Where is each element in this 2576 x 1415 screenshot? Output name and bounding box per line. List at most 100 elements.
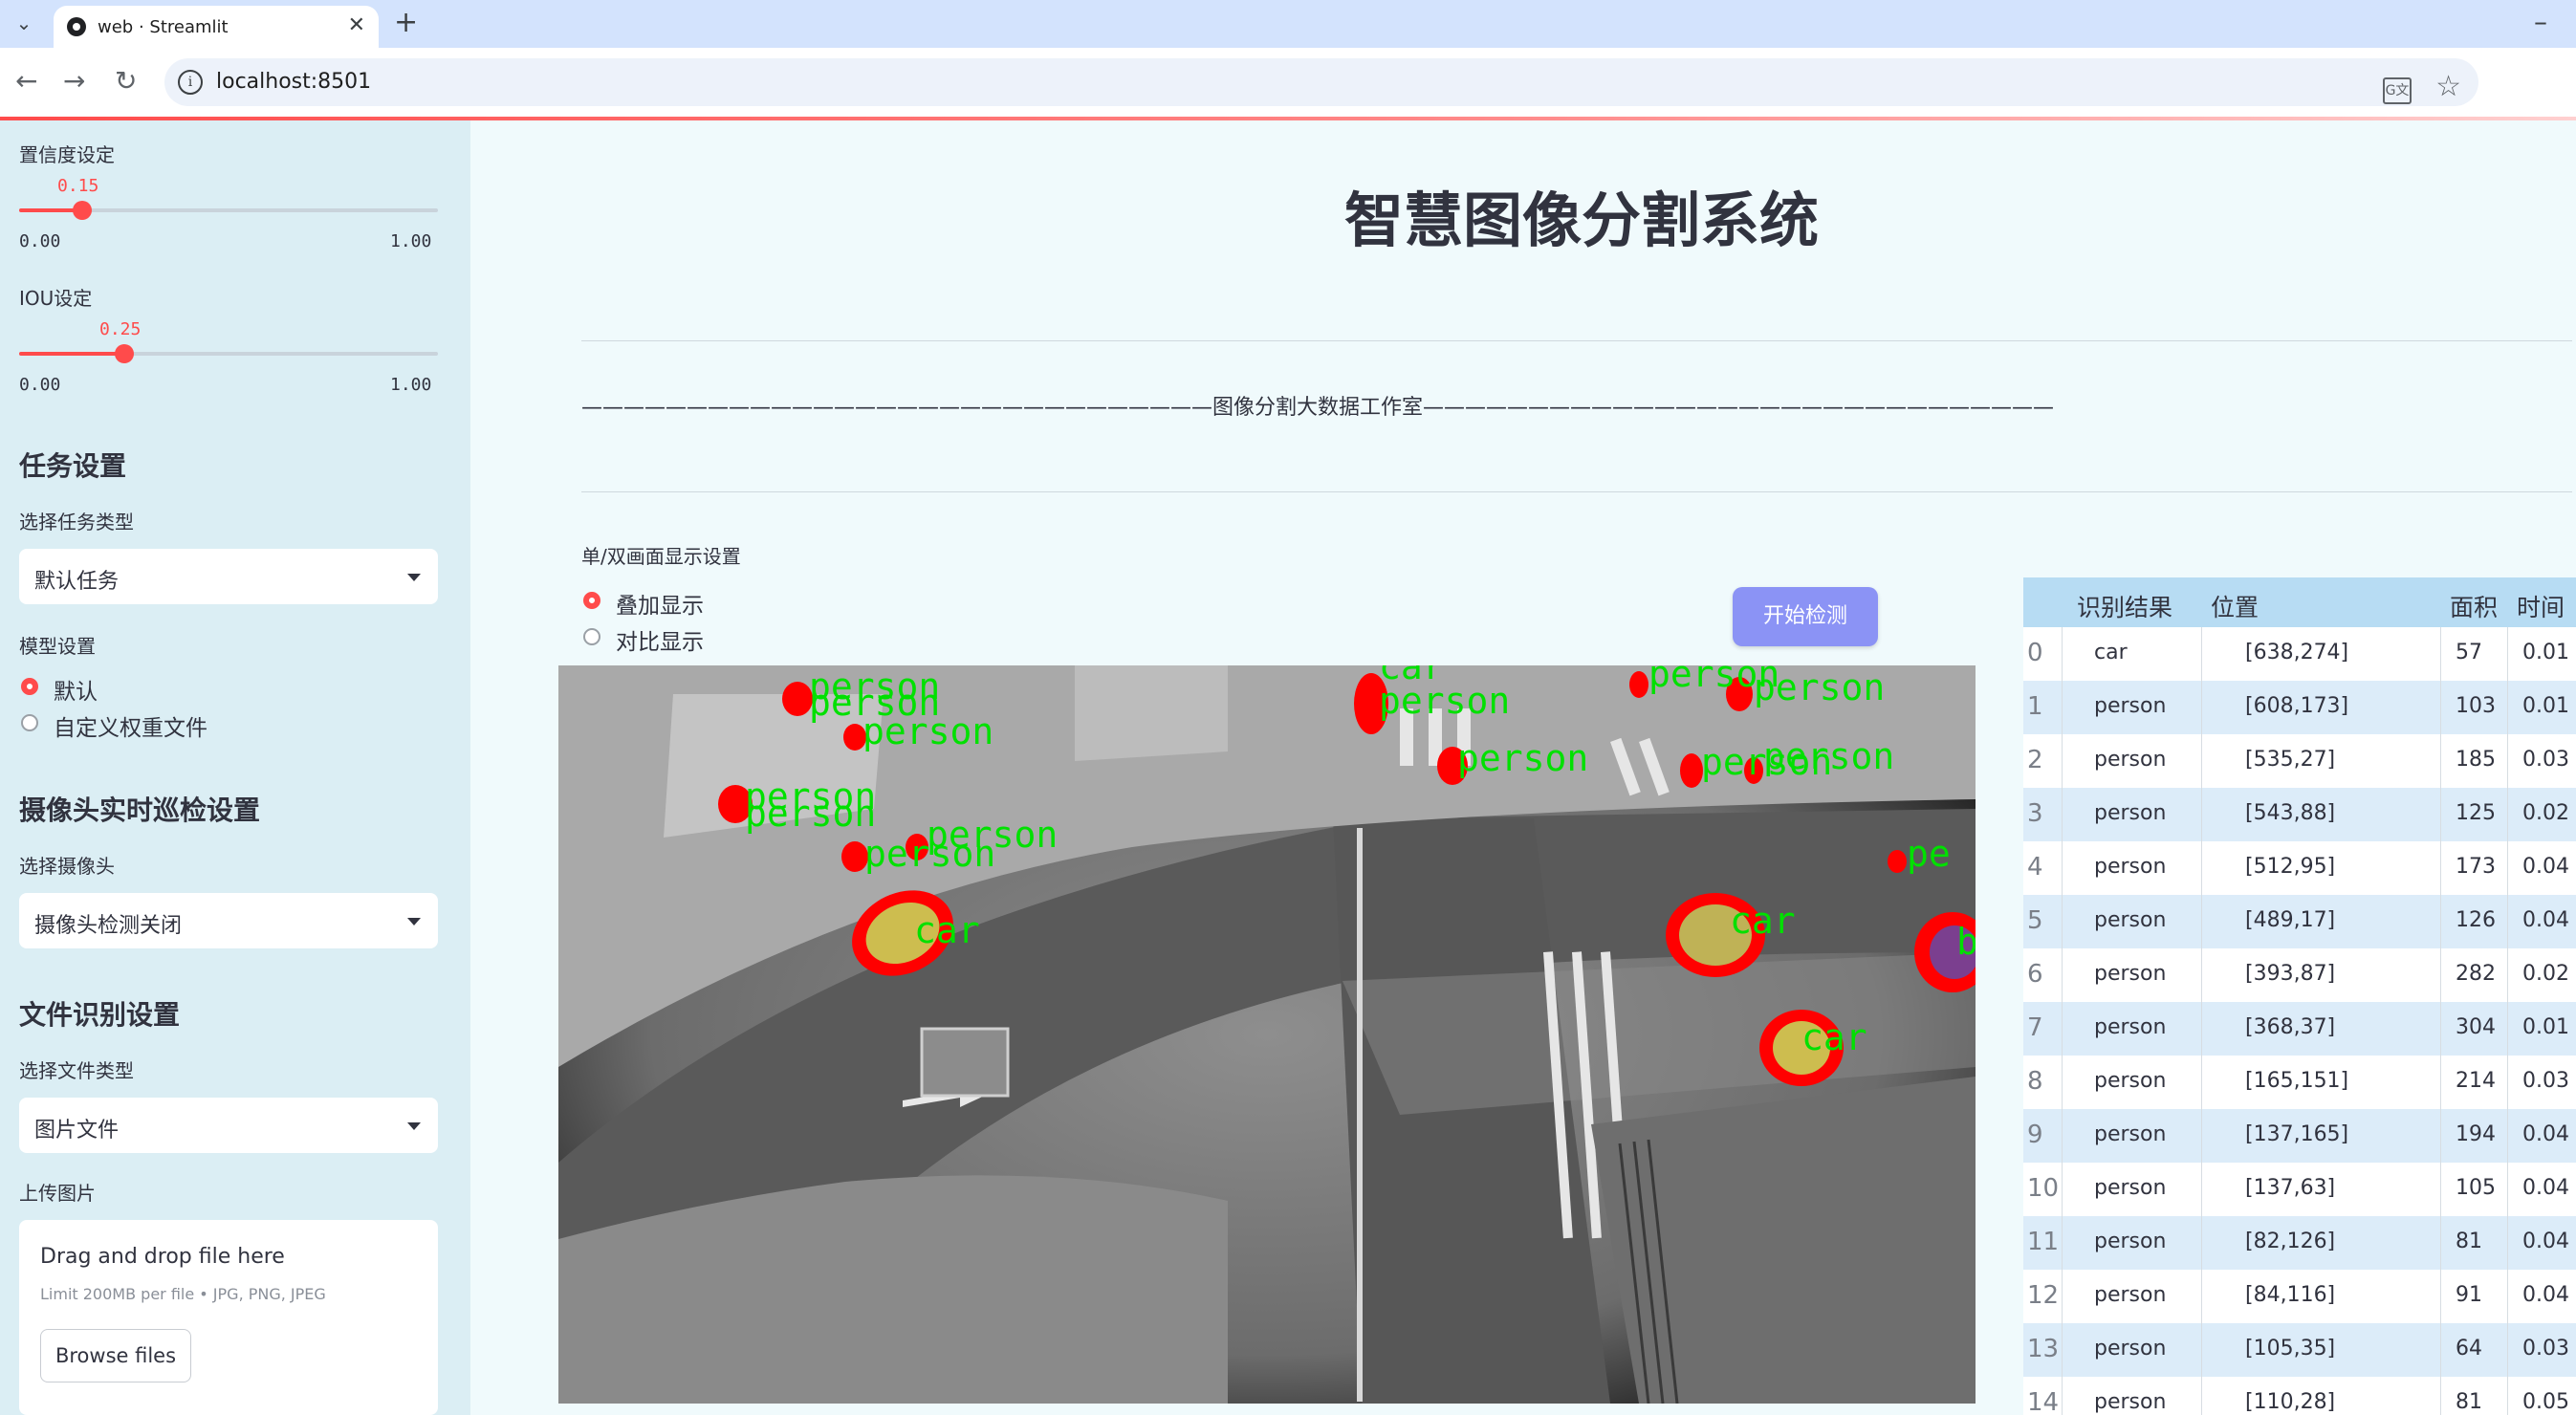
row-class: person	[2094, 748, 2167, 772]
table-row[interactable]: 7 person [368,37] 304 0.01	[2023, 1002, 2576, 1056]
column-header-class[interactable]: 识别结果	[2077, 589, 2172, 623]
column-separator	[2440, 1323, 2441, 1377]
column-separator	[2062, 895, 2063, 948]
address-bar[interactable]: i localhost:8501 G文 ☆	[164, 58, 2478, 106]
camera-settings-heading: 摄像头实时巡检设置	[19, 795, 261, 826]
streamlit-favicon-icon	[67, 17, 86, 36]
table-row[interactable]: 2 person [535,27] 185 0.03	[2023, 734, 2576, 789]
row-class: person	[2094, 1390, 2167, 1414]
table-row[interactable]: 0 car [638,274] 57 0.01	[2023, 627, 2576, 682]
row-time: 0.01	[2522, 641, 2569, 664]
task-type-select[interactable]: 默认任务	[19, 549, 438, 604]
row-index: 9	[2027, 1121, 2043, 1149]
column-separator	[2507, 948, 2508, 1002]
table-row[interactable]: 13 person [105,35] 64 0.03	[2023, 1323, 2576, 1378]
browser-toolbar: ← → ↻ i localhost:8501 G文 ☆	[0, 48, 2576, 117]
table-row[interactable]: 10 person [137,63] 105 0.04	[2023, 1163, 2576, 1217]
studio-banner: ——————————————————————————————图像分割大数据工作室…	[581, 396, 2055, 420]
overlay-label: pe	[1907, 833, 1951, 875]
row-time: 0.01	[2522, 1015, 2569, 1039]
column-separator	[2507, 841, 2508, 895]
row-area: 81	[2456, 1230, 2482, 1253]
radio-unselected-icon[interactable]	[21, 714, 38, 731]
table-row[interactable]: 1 person [608,173] 103 0.01	[2023, 681, 2576, 735]
forward-arrow-icon[interactable]: →	[63, 65, 85, 97]
chevron-down-icon	[407, 574, 421, 581]
column-separator	[2062, 627, 2063, 681]
segmentation-result-image: person person person person person perso…	[558, 665, 1976, 1404]
confidence-slider-thumb[interactable]	[72, 201, 92, 220]
new-tab-plus-icon[interactable]: +	[394, 6, 418, 39]
page-title: 智慧图像分割系统	[1343, 185, 1819, 255]
results-table[interactable]: 识别结果 位置 面积 时间 0 car [638,274] 57 0.01 1 person…	[2023, 577, 2576, 1415]
start-detection-button[interactable]: 开始检测	[1733, 587, 1878, 646]
row-position: [368,37]	[2245, 1015, 2336, 1039]
file-settings-heading: 文件识别设置	[19, 999, 181, 1031]
column-separator	[2440, 1056, 2441, 1109]
column-separator	[2507, 734, 2508, 788]
column-header-position[interactable]: 位置	[2211, 589, 2259, 623]
bookmark-star-icon[interactable]: ☆	[2435, 70, 2461, 103]
table-row[interactable]: 5 person [489,17] 126 0.04	[2023, 895, 2576, 949]
reload-icon[interactable]: ↻	[115, 65, 137, 97]
row-class: car	[2094, 641, 2128, 664]
camera-select[interactable]: 摄像头检测关闭	[19, 893, 438, 948]
radio-selected-icon[interactable]	[21, 678, 38, 695]
table-row[interactable]: 8 person [165,151] 214 0.03	[2023, 1056, 2576, 1110]
tab-search-chevron-icon[interactable]: ⌄	[11, 8, 36, 38]
column-separator	[2507, 1377, 2508, 1415]
column-separator	[2507, 1216, 2508, 1270]
confidence-slider[interactable]	[19, 201, 438, 220]
column-separator	[2507, 1270, 2508, 1323]
column-separator	[2201, 1056, 2202, 1109]
table-row[interactable]: 14 person [110,28] 81 0.05	[2023, 1377, 2576, 1415]
column-separator	[2201, 1270, 2202, 1323]
row-area: 81	[2456, 1390, 2482, 1414]
table-row[interactable]: 4 person [512,95] 173 0.04	[2023, 841, 2576, 896]
table-row[interactable]: 11 person [82,126] 81 0.04	[2023, 1216, 2576, 1271]
column-separator	[2440, 1216, 2441, 1270]
row-position: [165,151]	[2245, 1069, 2349, 1093]
row-time: 0.03	[2522, 748, 2569, 772]
table-row[interactable]: 9 person [137,165] 194 0.04	[2023, 1109, 2576, 1164]
column-separator	[2507, 1109, 2508, 1163]
browser-tab[interactable]: web · Streamlit ✕	[54, 6, 379, 48]
url-text: localhost:8501	[216, 70, 372, 94]
minimize-window-icon[interactable]: –	[2534, 6, 2547, 37]
iou-slider[interactable]	[19, 344, 438, 363]
column-separator	[2201, 681, 2202, 734]
column-separator	[2062, 1270, 2063, 1323]
column-header-area[interactable]: 面积	[2450, 589, 2498, 623]
row-area: 214	[2456, 1069, 2496, 1093]
browse-files-button[interactable]: Browse files	[40, 1329, 191, 1382]
column-separator	[2507, 627, 2508, 681]
table-row[interactable]: 3 person [543,88] 125 0.02	[2023, 788, 2576, 842]
radio-unselected-icon[interactable]	[583, 628, 600, 645]
confidence-max: 1.00	[390, 231, 432, 251]
row-area: 103	[2456, 694, 2496, 718]
confidence-label: 置信度设定	[19, 143, 115, 166]
file-uploader-dropzone[interactable]: Drag and drop file here Limit 200MB per …	[19, 1220, 438, 1415]
close-tab-icon[interactable]: ✕	[348, 13, 365, 37]
table-row[interactable]: 12 person [84,116] 91 0.04	[2023, 1270, 2576, 1324]
row-class: person	[2094, 1337, 2167, 1361]
model-option-custom-label: 自定义权重文件	[54, 716, 207, 741]
row-time: 0.04	[2522, 1230, 2569, 1253]
column-header-time[interactable]: 时间	[2517, 589, 2565, 623]
column-separator	[2201, 627, 2202, 681]
column-separator	[2440, 1270, 2441, 1323]
iou-value: 0.25	[99, 319, 142, 339]
confidence-value: 0.15	[57, 176, 99, 196]
column-separator	[2062, 734, 2063, 788]
iou-slider-thumb[interactable]	[114, 344, 134, 363]
table-row[interactable]: 6 person [393,87] 282 0.02	[2023, 948, 2576, 1003]
iou-slider-fill	[19, 352, 124, 356]
column-separator	[2507, 895, 2508, 948]
file-type-select[interactable]: 图片文件	[19, 1098, 438, 1153]
translate-icon[interactable]: G文	[2383, 77, 2412, 104]
radio-selected-icon[interactable]	[583, 592, 600, 609]
site-info-icon[interactable]: i	[178, 70, 203, 95]
back-arrow-icon[interactable]: ←	[15, 65, 37, 97]
row-class: person	[2094, 1230, 2167, 1253]
column-separator	[2440, 1109, 2441, 1163]
